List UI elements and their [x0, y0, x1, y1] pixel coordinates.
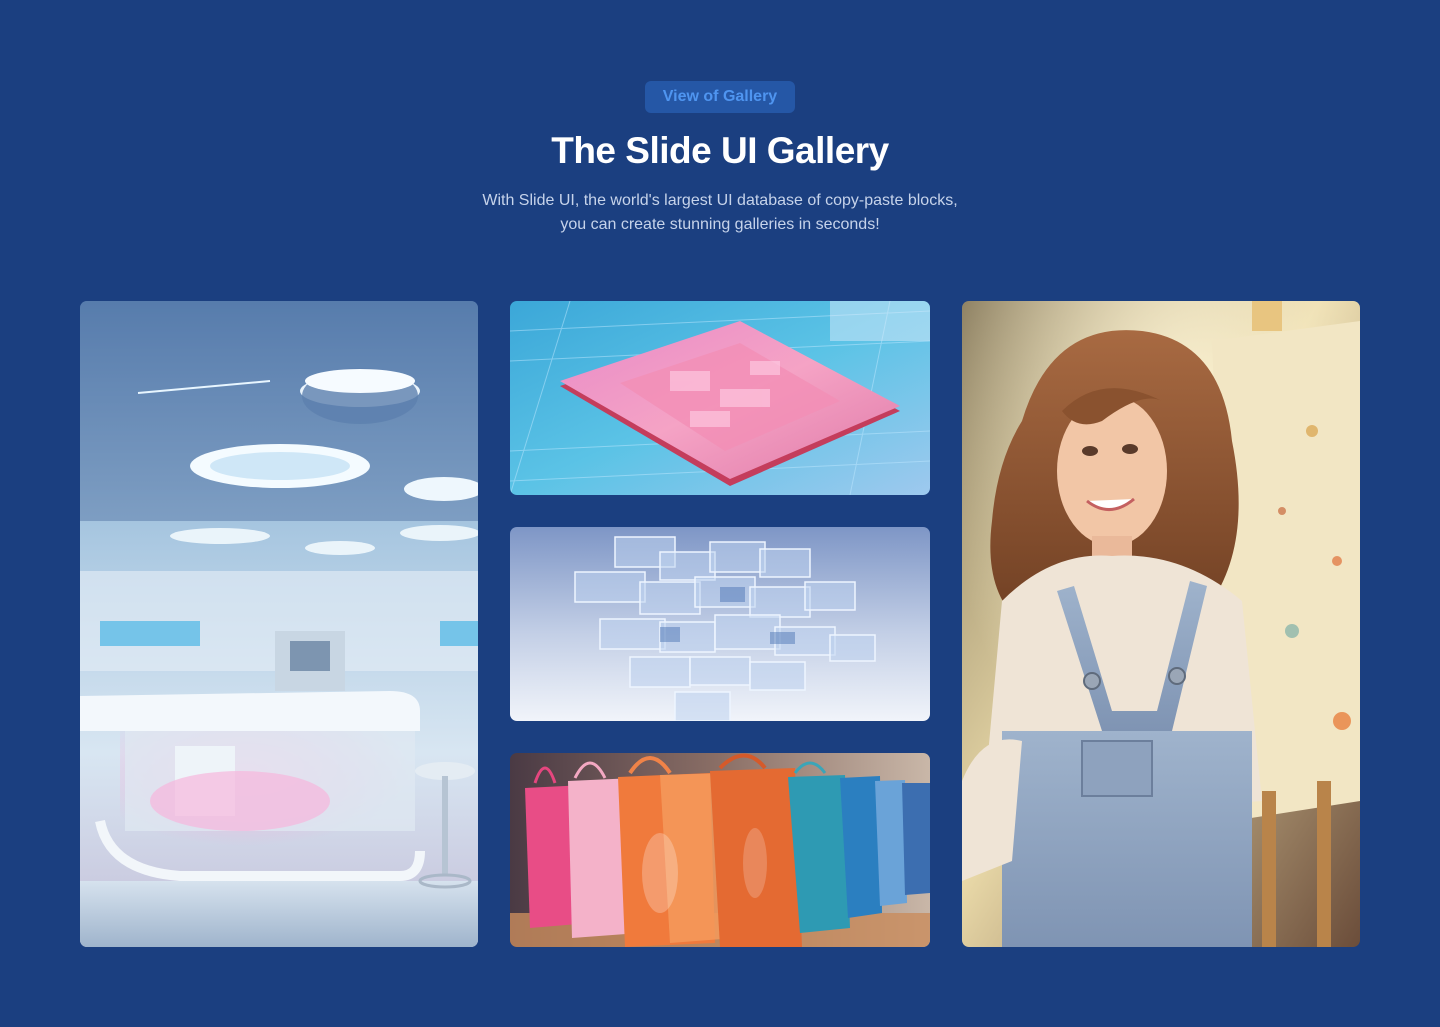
subtitle-line-1: With Slide UI, the world's largest UI da… [482, 192, 958, 209]
artist-portrait-illustration [962, 301, 1360, 947]
glass-cubes-illustration [510, 527, 930, 721]
subtitle-line-2: you can create stunning galleries in sec… [560, 216, 880, 233]
view-gallery-badge[interactable]: View of Gallery [645, 81, 795, 113]
laboratory-illustration [80, 301, 478, 947]
futuristic-laboratory-image[interactable] [80, 301, 478, 947]
glass-cubes-image[interactable] [510, 527, 930, 721]
shopping-bags-illustration [510, 753, 930, 947]
microchip-image[interactable] [510, 301, 930, 495]
page-title: The Slide UI Gallery [551, 130, 889, 171]
shopping-bags-image[interactable] [510, 753, 930, 947]
microchip-illustration [510, 301, 930, 495]
page-subtitle: With Slide UI, the world's largest UI da… [420, 189, 1020, 237]
artist-portrait-image[interactable] [962, 301, 1360, 947]
